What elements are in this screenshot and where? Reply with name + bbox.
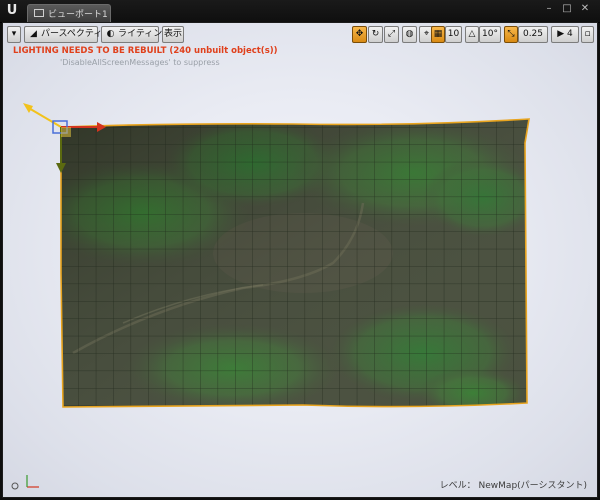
maximize-button[interactable]: □ xyxy=(560,3,574,15)
tab-viewport[interactable]: ビューポート1 xyxy=(27,4,111,22)
level-label: レベル： xyxy=(439,481,476,491)
landscape-terrain[interactable] xyxy=(3,23,598,498)
globe-icon: ◍ xyxy=(405,29,414,39)
scale-snap-icon: ⤡ xyxy=(507,29,515,39)
suppress-hint: 'DisableAllScreenMessages' to suppress xyxy=(60,58,220,67)
unreal-logo-icon: U xyxy=(6,3,18,18)
scale-snap-value[interactable]: 0.25 xyxy=(518,26,548,43)
axis-indicator-icon xyxy=(11,475,39,490)
scale-snap-value-text: 0.25 xyxy=(522,29,544,39)
grid-snap-value-text: 10 xyxy=(447,29,460,39)
maximize-viewport-button[interactable]: ▫ xyxy=(581,26,594,43)
tab-label: ビューポート1 xyxy=(48,10,108,20)
scale-mode-button[interactable]: ⤢ xyxy=(384,26,399,43)
minimize-button[interactable]: – xyxy=(542,3,556,15)
terrain-surface xyxy=(61,119,529,407)
angle-icon: △ xyxy=(468,29,476,39)
level-viewport[interactable]: ▾ ◢ パースペクティブ ◐ ライティング 表示 ✥ ↻ ⤢ ◍ ⌖ ▦ 10 △ … xyxy=(2,22,598,498)
level-indicator: レベル： NewMap(パーシスタント) xyxy=(440,478,587,491)
window-titlebar: U ビューポート1 – □ ✕ xyxy=(0,0,600,23)
surface-snap-icon: ⌖ xyxy=(423,29,430,39)
perspective-icon: ◢ xyxy=(30,29,37,39)
viewport-options-button[interactable]: ▾ xyxy=(7,26,21,43)
rotation-snap-value-text: 10° xyxy=(482,29,498,39)
scale-snap-toggle[interactable]: ⤡ xyxy=(504,26,518,43)
grid-icon: ▦ xyxy=(433,29,443,39)
level-name: NewMap(パーシスタント) xyxy=(478,481,587,491)
grid-snap-toggle[interactable]: ▦ xyxy=(431,26,445,43)
lighting-icon: ◐ xyxy=(106,29,115,39)
close-button[interactable]: ✕ xyxy=(578,3,592,15)
camera-speed-value: 4 xyxy=(567,29,573,39)
move-icon: ✥ xyxy=(355,29,364,39)
show-button[interactable]: 表示 xyxy=(162,26,184,43)
lighting-button[interactable]: ◐ ライティング xyxy=(101,26,171,43)
camera-speed-button[interactable]: ▶ 4 xyxy=(551,26,579,43)
camera-icon: ▶ xyxy=(557,29,565,39)
show-label: 表示 xyxy=(163,29,182,39)
world-space-button[interactable]: ◍ xyxy=(402,26,417,43)
chevron-down-icon: ▾ xyxy=(11,29,17,39)
rotate-icon: ↻ xyxy=(371,29,380,39)
grid-snap-value[interactable]: 10 xyxy=(445,26,462,43)
rotation-snap-value[interactable]: 10° xyxy=(479,26,501,43)
maximize-viewport-icon: ▫ xyxy=(584,29,591,39)
translate-mode-button[interactable]: ✥ xyxy=(352,26,367,43)
lighting-warning: LIGHTING NEEDS TO BE REBUILT (240 unbuil… xyxy=(13,46,278,56)
viewport-icon xyxy=(34,9,44,17)
perspective-button[interactable]: ◢ パースペクティブ xyxy=(24,26,111,43)
scale-icon: ⤢ xyxy=(387,29,396,39)
rotation-snap-toggle[interactable]: △ xyxy=(465,26,479,43)
rotate-mode-button[interactable]: ↻ xyxy=(368,26,383,43)
